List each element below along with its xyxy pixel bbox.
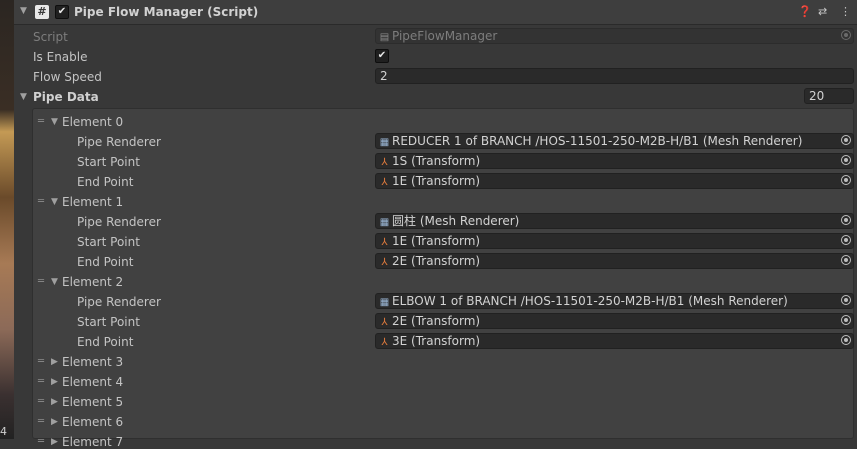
drag-handle-icon[interactable]: ═ bbox=[38, 376, 44, 387]
component-enabled-checkbox[interactable]: ✔ bbox=[55, 5, 69, 19]
object-reference-field[interactable]: ⅄ 2E (Transform) bbox=[375, 253, 854, 269]
drag-handle-icon[interactable]: ═ bbox=[38, 396, 44, 407]
flow-speed-label: Flow Speed bbox=[33, 70, 102, 84]
object-reference-field[interactable]: ⅄ 3E (Transform) bbox=[375, 333, 854, 349]
object-picker-icon[interactable] bbox=[841, 255, 851, 265]
element-collapsed-icon[interactable]: ▶ bbox=[51, 397, 58, 407]
object-picker-icon[interactable] bbox=[841, 175, 851, 185]
element-collapsed-icon[interactable]: ▶ bbox=[51, 357, 58, 367]
scene-view-strip: 4 bbox=[0, 0, 14, 439]
property-label: End Point bbox=[77, 335, 134, 349]
object-reference-field[interactable]: ▦ REDUCER 1 of BRANCH /HOS-11501-250-M2B-… bbox=[375, 133, 854, 149]
object-picker-icon[interactable] bbox=[841, 235, 851, 245]
object-picker-icon[interactable] bbox=[841, 315, 851, 325]
object-picker-icon[interactable] bbox=[841, 335, 851, 345]
component-title: Pipe Flow Manager (Script) bbox=[74, 5, 259, 19]
transform-icon: ⅄ bbox=[381, 317, 388, 328]
object-reference-value: 1E (Transform) bbox=[392, 234, 481, 248]
property-label: Start Point bbox=[77, 235, 140, 249]
object-reference-value: 圆柱 (Mesh Renderer) bbox=[392, 214, 520, 228]
property-label: Pipe Renderer bbox=[77, 295, 161, 309]
csharp-script-icon: # bbox=[35, 5, 49, 19]
element-label[interactable]: Element 7 bbox=[62, 435, 123, 449]
object-reference-field[interactable]: ⅄ 1E (Transform) bbox=[375, 233, 854, 249]
element-collapsed-icon[interactable]: ▶ bbox=[51, 417, 58, 427]
mesh-renderer-icon: ▦ bbox=[379, 297, 390, 308]
element-label[interactable]: Element 6 bbox=[62, 415, 123, 429]
property-label: Pipe Renderer bbox=[77, 215, 161, 229]
script-field-value: PipeFlowManager bbox=[392, 29, 498, 43]
object-reference-field[interactable]: ⅄ 2E (Transform) bbox=[375, 313, 854, 329]
element-label[interactable]: Element 0 bbox=[62, 115, 123, 129]
element-expanded-icon[interactable]: ▼ bbox=[51, 117, 58, 127]
element-label[interactable]: Element 1 bbox=[62, 195, 123, 209]
component-header[interactable]: ▼ # ✔ Pipe Flow Manager (Script) ❓ ⇄ ⋮ bbox=[14, 0, 857, 25]
object-reference-value: ELBOW 1 of BRANCH /HOS-11501-250-M2B-H/B… bbox=[392, 294, 788, 308]
object-picker-icon[interactable] bbox=[841, 215, 851, 225]
element-label[interactable]: Element 4 bbox=[62, 375, 123, 389]
mesh-renderer-icon: ▦ bbox=[379, 137, 390, 148]
drag-handle-icon[interactable]: ═ bbox=[38, 276, 44, 287]
object-picker-icon[interactable] bbox=[841, 155, 851, 165]
element-expanded-icon[interactable]: ▼ bbox=[51, 197, 58, 207]
element-collapsed-icon[interactable]: ▶ bbox=[51, 377, 58, 387]
inspector-panel: ▼ # ✔ Pipe Flow Manager (Script) ❓ ⇄ ⋮ S… bbox=[14, 0, 857, 449]
component-foldout-icon[interactable]: ▼ bbox=[20, 6, 27, 16]
object-reference-value: 2E (Transform) bbox=[392, 254, 481, 268]
property-label: End Point bbox=[77, 255, 134, 269]
pipe-data-label[interactable]: Pipe Data bbox=[33, 90, 99, 104]
element-label[interactable]: Element 2 bbox=[62, 275, 123, 289]
flow-speed-input[interactable]: 2 bbox=[375, 68, 854, 84]
object-reference-value: REDUCER 1 of BRANCH /HOS-11501-250-M2B-H… bbox=[392, 134, 803, 148]
is-enable-label: Is Enable bbox=[33, 50, 88, 64]
object-reference-field[interactable]: ▦ 圆柱 (Mesh Renderer) bbox=[375, 213, 854, 229]
object-picker-icon bbox=[841, 30, 851, 40]
script-asset-icon: ▤ bbox=[379, 32, 390, 43]
script-label: Script bbox=[33, 30, 68, 44]
element-label[interactable]: Element 3 bbox=[62, 355, 123, 369]
object-reference-value: 1S (Transform) bbox=[392, 154, 481, 168]
object-reference-value: 1E (Transform) bbox=[392, 174, 481, 188]
object-reference-field[interactable]: ▦ ELBOW 1 of BRANCH /HOS-11501-250-M2B-H/… bbox=[375, 293, 854, 309]
drag-handle-icon[interactable]: ═ bbox=[38, 356, 44, 367]
property-label: Start Point bbox=[77, 315, 140, 329]
transform-icon: ⅄ bbox=[381, 237, 388, 248]
is-enable-checkbox[interactable]: ✔ bbox=[375, 49, 389, 63]
object-picker-icon[interactable] bbox=[841, 295, 851, 305]
scene-view-number: 4 bbox=[0, 425, 7, 438]
drag-handle-icon[interactable]: ═ bbox=[38, 196, 44, 207]
property-label: Start Point bbox=[77, 155, 140, 169]
transform-icon: ⅄ bbox=[381, 257, 388, 268]
object-reference-value: 3E (Transform) bbox=[392, 334, 481, 348]
transform-icon: ⅄ bbox=[381, 337, 388, 348]
question-circle-icon[interactable]: ❓ bbox=[798, 5, 812, 18]
drag-handle-icon[interactable]: ═ bbox=[38, 416, 44, 427]
pipe-data-size-input[interactable]: 20 bbox=[804, 88, 854, 104]
property-label: Pipe Renderer bbox=[77, 135, 161, 149]
pipe-data-foldout-icon[interactable]: ▼ bbox=[20, 92, 27, 102]
object-reference-value: 2E (Transform) bbox=[392, 314, 481, 328]
transform-icon: ⅄ bbox=[381, 157, 388, 168]
transform-icon: ⅄ bbox=[381, 177, 388, 188]
drag-handle-icon[interactable]: ═ bbox=[38, 436, 44, 447]
object-picker-icon[interactable] bbox=[841, 135, 851, 145]
drag-handle-icon[interactable]: ═ bbox=[38, 116, 44, 127]
script-field: ▤ PipeFlowManager bbox=[375, 28, 854, 44]
mesh-renderer-icon: ▦ bbox=[379, 217, 390, 228]
object-reference-field[interactable]: ⅄ 1E (Transform) bbox=[375, 173, 854, 189]
kebab-menu-icon[interactable]: ⋮ bbox=[840, 5, 851, 18]
property-label: End Point bbox=[77, 175, 134, 189]
element-expanded-icon[interactable]: ▼ bbox=[51, 277, 58, 287]
object-reference-field[interactable]: ⅄ 1S (Transform) bbox=[375, 153, 854, 169]
sliders-icon[interactable]: ⇄ bbox=[818, 5, 827, 18]
element-label[interactable]: Element 5 bbox=[62, 395, 123, 409]
